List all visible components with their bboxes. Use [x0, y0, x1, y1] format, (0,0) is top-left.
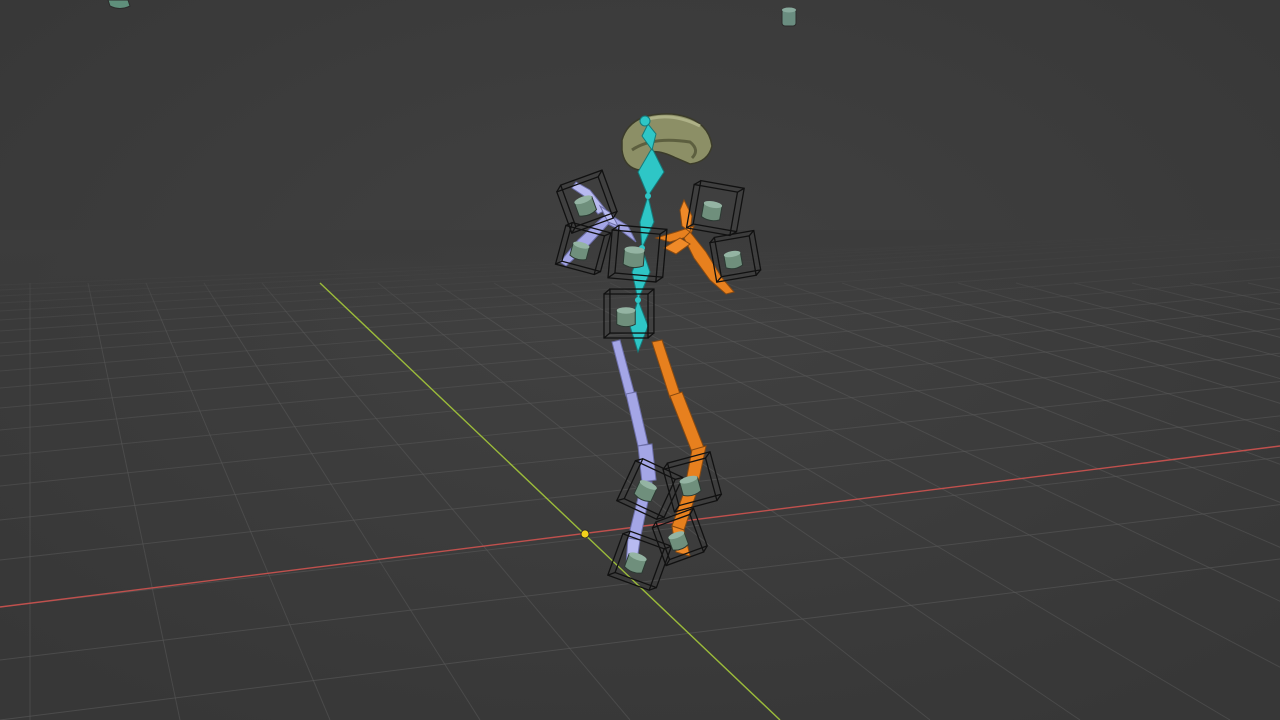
bone-joint-pelvis: [635, 297, 641, 303]
3d-viewport[interactable]: [0, 0, 1280, 720]
scene-object-top-center[interactable]: [781, 7, 797, 27]
bone-head-joint: [639, 115, 651, 127]
world-origin-marker: [580, 529, 590, 539]
bone-joint-chest: [645, 193, 651, 199]
viewport-background: [0, 0, 1280, 720]
control-handle-cap: [616, 307, 636, 314]
viewport-scene[interactable]: [0, 0, 1280, 720]
cylinder-cap: [782, 7, 796, 13]
